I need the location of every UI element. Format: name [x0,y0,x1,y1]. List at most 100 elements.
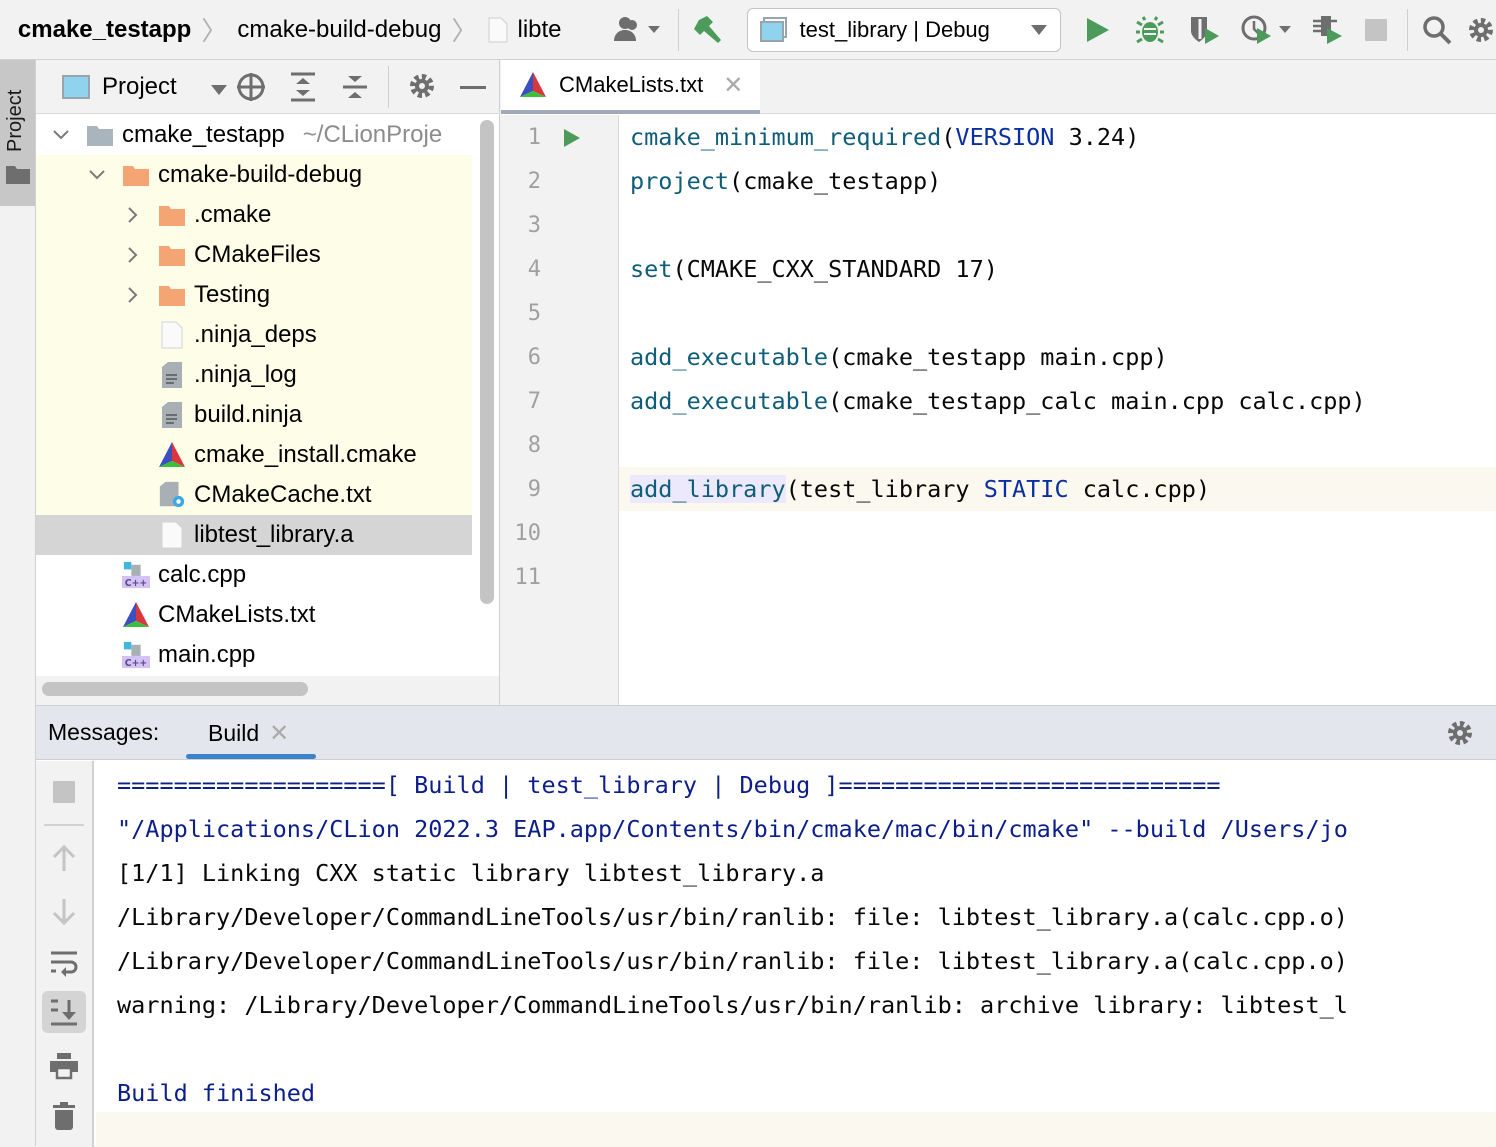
tree-item[interactable]: C++ calc.cpp [36,555,472,595]
toolbar-divider [677,8,679,51]
gear-icon[interactable] [1446,719,1474,747]
trash-icon [53,1102,75,1130]
file-icon [158,521,186,549]
search-icon[interactable] [1422,10,1452,50]
tab-cmakelists[interactable]: CMakeLists.txt ✕ [501,60,760,114]
folder-icon [158,241,186,269]
project-view-title[interactable]: Project [102,73,177,101]
messages-label: Messages: [48,719,160,745]
svg-text:C++: C++ [125,658,147,669]
tree-item-label: cmake_testapp [122,121,285,148]
stripe-project-label: Project [4,89,26,152]
soft-wrap-button[interactable] [42,943,86,985]
gear-icon[interactable] [408,72,436,100]
stop-build-button[interactable] [42,771,86,813]
run-icon[interactable] [1085,10,1111,50]
tree-item-label: build.ninja [194,401,303,428]
expand-all-icon[interactable] [290,72,316,102]
close-icon[interactable]: ✕ [269,719,289,748]
run-gutter-icon[interactable] [563,128,581,148]
hide-icon[interactable] [460,86,486,90]
user-icon[interactable] [612,10,664,50]
tree-item[interactable]: .ninja_deps [36,315,472,355]
console-line: ===================[ Build | test_librar… [117,771,1221,799]
code-line[interactable]: add_executable(cmake_testapp main.cpp) [630,343,1168,371]
line-number: 1 [527,125,541,150]
tree-item[interactable]: cmake-build-debug [36,155,472,195]
collapse-all-icon[interactable] [342,72,368,102]
breadcrumb-project[interactable]: cmake_testapp [18,16,191,44]
build-hammer-icon[interactable] [693,10,725,50]
scroll-to-end-icon [51,999,77,1026]
tree-item-label: cmake-build-debug [158,161,363,188]
profile-icon[interactable] [1241,10,1297,50]
code-line[interactable]: set(CMAKE_CXX_STANDARD 17) [630,255,998,283]
chevron-down-icon[interactable] [86,170,108,180]
debug-icon[interactable] [1135,10,1165,50]
code-command: add_library [630,475,786,503]
code-command: add_executable [630,387,829,415]
run-configuration-selector[interactable]: test_library | Debug [746,7,1062,52]
code-command: add_executable [630,343,829,371]
soft-wrap-icon [51,951,78,977]
tab-label: CMakeLists.txt [559,72,704,97]
tab-build[interactable]: Build ✕ [186,706,316,760]
line-number: 7 [527,389,541,414]
tree-item[interactable]: CMakeCache.txt [36,475,472,515]
tree-item[interactable]: .ninja_log [36,355,472,395]
tree-item[interactable]: Testing [36,275,472,315]
tree-item[interactable]: CMakeLists.txt [36,595,472,635]
tree-item[interactable]: build.ninja [36,395,472,435]
code-command: cmake_minimum_required [630,123,942,151]
horizontal-scrollbar[interactable] [42,682,308,696]
coverage-icon[interactable] [1187,10,1221,50]
chevron-down-icon[interactable] [50,130,72,140]
window-icon [759,16,787,42]
clear-all-button[interactable] [42,1095,86,1137]
settings-icon[interactable] [1466,10,1496,50]
breadcrumb-folder[interactable]: cmake-build-debug [237,16,441,44]
chevron-down-icon [1031,24,1048,35]
tree-item[interactable]: C++ main.cpp [36,635,472,675]
chevron-down-icon[interactable] [210,84,228,96]
breadcrumb-file[interactable]: libte [518,16,562,44]
code-line[interactable]: cmake_minimum_required(VERSION 3.24) [630,123,1139,151]
chevron-right-icon[interactable] [122,247,144,263]
locate-icon[interactable] [236,72,266,102]
tree-item-label: calc.cpp [158,561,247,588]
arrow-down-icon [52,899,76,925]
header-divider [388,66,389,108]
previous-message-button[interactable] [42,837,86,879]
tool-window-stripe: Project [0,60,36,1146]
tree-item[interactable]: .cmake [36,195,472,235]
build-console[interactable]: ===================[ Build | test_librar… [96,761,1496,1147]
tree-item[interactable]: libtest_library.a [36,515,472,555]
console-line: [1/1] Linking CXX static library libtest… [117,859,825,887]
chevron-right-icon[interactable] [122,287,144,303]
code-command: project [630,167,730,195]
attach-icon[interactable] [1311,10,1345,50]
messages-header: Messages: Build ✕ [36,706,1496,760]
stripe-button-project[interactable]: Project [0,60,35,206]
build-actions-toolbar [36,761,94,1147]
tree-item[interactable]: cmake_install.cmake [36,435,472,475]
stop-icon[interactable] [1365,10,1388,50]
folder-icon [122,161,150,189]
close-icon[interactable]: ✕ [723,71,743,100]
code-line[interactable]: project(cmake_testapp) [630,167,941,195]
code-line[interactable]: add_library(test_library STATIC calc.cpp… [630,475,1210,503]
console-line: "/Applications/CLion 2022.3 EAP.app/Cont… [117,815,1348,843]
scroll-to-end-button[interactable] [42,991,86,1033]
line-number: 10 [514,521,542,546]
code-line[interactable]: add_executable(cmake_testapp_calc main.c… [630,387,1366,415]
print-button[interactable] [42,1045,86,1087]
editor-tab-bar: CMakeLists.txt ✕ [501,60,1496,114]
line-number: 3 [527,213,541,238]
code-text: (cmake_testapp) [729,167,942,195]
tree-item[interactable]: cmake_testapp ~/CLionProje [36,115,472,155]
next-message-button[interactable] [42,891,86,933]
tree-item[interactable]: CMakeFiles [36,235,472,275]
vertical-scrollbar[interactable] [480,120,494,604]
chevron-right-icon[interactable] [122,207,144,223]
code-text: (cmake_testapp main.cpp) [828,343,1168,371]
